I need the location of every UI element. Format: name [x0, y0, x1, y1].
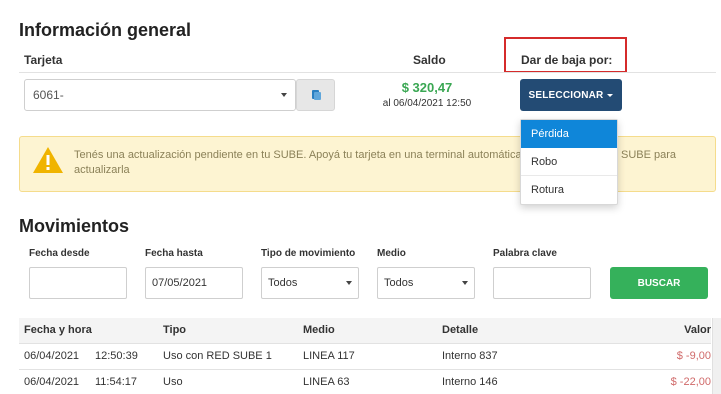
alert-line2: actualizarla: [74, 164, 130, 176]
balance-date: al 06/04/2021 12:50: [382, 98, 472, 109]
th-fecha: Fecha y hora: [24, 324, 92, 336]
chevron-down-icon: [346, 281, 352, 285]
chevron-down-icon: [607, 93, 614, 97]
option-perdida[interactable]: Pérdida: [521, 120, 617, 148]
cell-hora: 12:50:39: [95, 350, 138, 362]
cell-tipo: Uso con RED SUBE 1: [163, 350, 272, 362]
cell-valor: $ -22,00: [670, 376, 711, 388]
table-header: [19, 318, 711, 343]
cell-detalle: Interno 146: [442, 376, 498, 388]
medio-value: Todos: [384, 277, 414, 289]
fecha-desde-input[interactable]: [29, 267, 127, 299]
alert-line1-end: SUBE para: [621, 149, 677, 161]
table-scrollbar[interactable]: [712, 318, 721, 394]
cell-tipo: Uso: [163, 376, 183, 388]
palabra-label: Palabra clave: [493, 248, 557, 259]
table-row[interactable]: 06/04/2021 11:54:17 Uso LINEA 63 Interno…: [19, 370, 711, 394]
baja-highlight: [504, 37, 627, 73]
th-valor: Valor: [684, 324, 711, 336]
saldo-header: Saldo: [413, 53, 446, 67]
th-tipo: Tipo: [163, 324, 187, 336]
card-value: 6061-: [33, 88, 64, 102]
cell-valor: $ -9,00: [676, 350, 711, 362]
fecha-desde-label: Fecha desde: [29, 248, 90, 259]
fecha-hasta-input[interactable]: 07/05/2021: [145, 267, 243, 299]
option-rotura[interactable]: Rotura: [521, 176, 617, 204]
table-row[interactable]: 06/04/2021 12:50:39 Uso con RED SUBE 1 L…: [19, 344, 711, 369]
cell-fecha: 06/04/2021: [24, 376, 80, 388]
card-action-button[interactable]: [296, 79, 335, 111]
divider: [19, 72, 716, 73]
movimientos-title: Movimientos: [19, 216, 130, 236]
alert-line1: Tenés una actualización pendiente en tu …: [74, 149, 522, 161]
th-detalle: Detalle: [442, 324, 479, 336]
th-medio: Medio: [303, 324, 335, 336]
chevron-down-icon: [281, 93, 287, 97]
medio-select[interactable]: Todos: [377, 267, 475, 299]
general-title: Información general: [19, 20, 192, 40]
cell-medio: LINEA 117: [303, 350, 355, 362]
seleccionar-button[interactable]: SELECCIONAR: [520, 79, 622, 111]
card-icon: [311, 90, 321, 100]
tipo-value: Todos: [268, 277, 298, 289]
cell-hora: 11:54:17: [95, 376, 138, 388]
medio-label: Medio: [377, 248, 406, 259]
tarjeta-header: Tarjeta: [24, 53, 63, 67]
buscar-button[interactable]: BUSCAR: [610, 267, 708, 299]
chevron-down-icon: [462, 281, 468, 285]
cell-fecha: 06/04/2021: [24, 350, 80, 362]
seleccionar-label: SELECCIONAR: [528, 89, 604, 101]
cell-detalle: Interno 837: [442, 350, 498, 362]
option-robo[interactable]: Robo: [521, 148, 617, 176]
fecha-hasta-label: Fecha hasta: [145, 248, 203, 259]
palabra-input[interactable]: [493, 267, 591, 299]
baja-dropdown: Pérdida Robo Rotura: [520, 119, 618, 205]
tipo-label: Tipo de movimiento: [261, 248, 356, 259]
card-select[interactable]: 6061-: [24, 79, 296, 111]
cell-medio: LINEA 63: [303, 376, 350, 388]
tipo-select[interactable]: Todos: [261, 267, 359, 299]
balance-amount: $ 320,47: [401, 80, 453, 95]
warning-icon: [33, 147, 63, 173]
